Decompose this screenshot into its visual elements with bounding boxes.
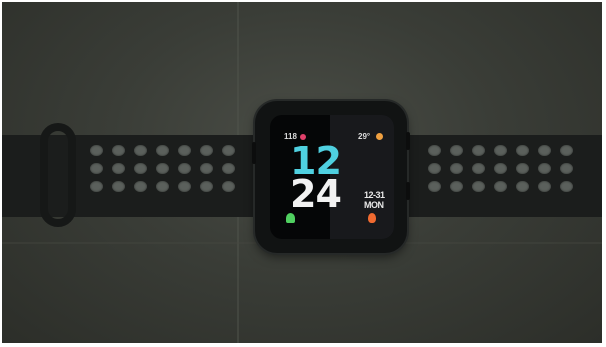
sun-icon [376,133,383,140]
strap-holes [428,145,578,197]
strap-hole [222,181,235,192]
strap-hole [178,163,191,174]
strap-hole [560,145,573,156]
strap-hole [560,163,573,174]
side-button [406,182,410,200]
strap-hole [200,163,213,174]
strap-hole [222,145,235,156]
flame-icon [368,213,376,223]
strap-hole [450,181,463,192]
strap-hole [90,181,103,192]
strap-keeper-loop [40,123,76,227]
photo: 118 29° 12 24 12-31 MON [2,2,602,343]
strap-hole [472,181,485,192]
strap-hole [134,163,147,174]
strap-hole [178,181,191,192]
minute-display: 24 [290,172,342,216]
strap-hole [472,145,485,156]
strap-hole [516,181,529,192]
strap-hole [450,163,463,174]
strap-hole [560,181,573,192]
temperature-value: 29° [358,132,371,141]
watch-strap-right [382,135,602,217]
strap-hole [200,145,213,156]
strap-hole [494,145,507,156]
strap-hole [200,181,213,192]
strap-hole [472,163,485,174]
strap-hole [178,145,191,156]
watch-screen: 118 29° 12 24 12-31 MON [270,115,394,239]
side-button [252,142,256,164]
strap-holes [90,145,240,197]
strap-hole [428,163,441,174]
date-label: 12-31 MON [364,190,385,210]
runner-icon [286,213,295,223]
strap-hole [112,163,125,174]
strap-hole [428,181,441,192]
minute-value: 24 [290,172,342,216]
strap-hole [428,145,441,156]
strap-hole [222,163,235,174]
strap-hole [450,145,463,156]
strap-hole [134,145,147,156]
strap-hole [538,181,551,192]
strap-hole [156,181,169,192]
strap-hole [494,163,507,174]
strap-hole [156,145,169,156]
strap-hole [90,145,103,156]
strap-hole [538,145,551,156]
strap-hole [134,181,147,192]
strap-hole [516,163,529,174]
side-button [406,132,410,150]
strap-hole [538,163,551,174]
strap-hole [516,145,529,156]
strap-hole [156,163,169,174]
strap-hole [90,163,103,174]
strap-hole [112,145,125,156]
strap-hole [112,181,125,192]
strap-hole [494,181,507,192]
